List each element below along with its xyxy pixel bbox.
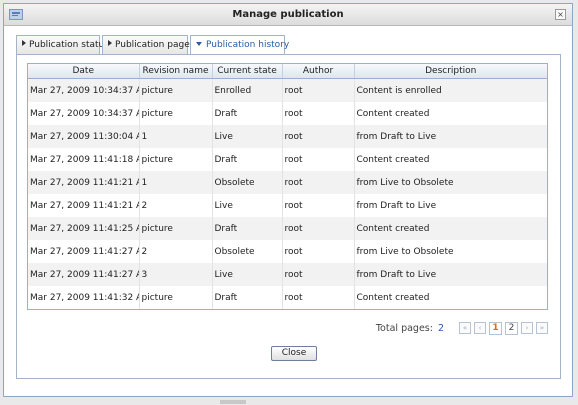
current-state-cell: Live bbox=[212, 194, 283, 217]
next-page-icon[interactable]: › bbox=[521, 322, 533, 334]
window-title: Manage publication bbox=[232, 9, 344, 20]
tab-publication-pages[interactable]: Publication pages bbox=[102, 35, 194, 54]
revision-name-cell: 2 bbox=[139, 194, 213, 217]
chevron-right-icon bbox=[22, 40, 26, 46]
revision-name-cell: picture bbox=[139, 102, 213, 125]
current-state-cell: Obsolete bbox=[212, 171, 283, 194]
description-cell: from Live to Obsolete bbox=[354, 171, 547, 194]
author-cell: root bbox=[282, 78, 355, 102]
author-cell: root bbox=[282, 194, 355, 217]
current-state-cell: Draft bbox=[212, 217, 283, 240]
total-pages-label: Total pages: bbox=[375, 322, 433, 334]
current-state-cell: Live bbox=[212, 263, 283, 286]
current-state-cell: Enrolled bbox=[212, 78, 283, 102]
column-header-revision-name[interactable]: Revision name bbox=[139, 64, 213, 79]
description-cell: from Live to Obsolete bbox=[354, 240, 547, 263]
page-1-button[interactable]: 1 bbox=[489, 321, 502, 335]
description-cell: from Draft to Live bbox=[354, 194, 547, 217]
table-row[interactable]: Mar 27, 2009 11:41:21 AM 2 Live root from Dr… bbox=[28, 194, 547, 217]
history-grid: Date Revision name Current state Author … bbox=[27, 63, 548, 310]
previous-page-icon[interactable]: ‹ bbox=[474, 322, 486, 334]
author-cell: root bbox=[282, 263, 355, 286]
revision-name-cell: 1 bbox=[139, 125, 213, 148]
description-cell: Content created bbox=[354, 217, 547, 240]
table-row[interactable]: Mar 27, 2009 11:30:04 AM 1 Live root from Dr… bbox=[28, 125, 547, 148]
revision-name-cell: 2 bbox=[139, 240, 213, 263]
table-row[interactable]: Mar 27, 2009 10:34:37 AM picture Enrolled r… bbox=[28, 78, 547, 102]
table-row[interactable]: Mar 27, 2009 11:41:27 AM 3 Live root from Dr… bbox=[28, 263, 547, 286]
author-cell: root bbox=[282, 102, 355, 125]
current-state-cell: Live bbox=[212, 125, 283, 148]
author-cell: root bbox=[282, 171, 355, 194]
description-cell: from Draft to Live bbox=[354, 125, 547, 148]
column-header-author[interactable]: Author bbox=[282, 64, 355, 79]
author-cell: root bbox=[282, 148, 355, 171]
last-page-icon[interactable]: » bbox=[536, 322, 548, 334]
current-state-cell: Obsolete bbox=[212, 240, 283, 263]
first-page-icon[interactable]: « bbox=[459, 322, 471, 334]
description-cell: from Draft to Live bbox=[354, 263, 547, 286]
current-state-cell: Draft bbox=[212, 286, 283, 309]
date-cell: Mar 27, 2009 11:41:25 AM bbox=[28, 217, 140, 240]
table-row[interactable]: Mar 27, 2009 11:41:21 AM 1 Obsolete root fro… bbox=[28, 171, 547, 194]
date-cell: Mar 27, 2009 11:41:32 AM bbox=[28, 286, 140, 309]
column-header-date[interactable]: Date bbox=[28, 64, 140, 79]
close-icon[interactable]: × bbox=[555, 9, 566, 20]
table-row[interactable]: Mar 27, 2009 11:41:25 AM picture Draft root… bbox=[28, 217, 547, 240]
author-cell: root bbox=[282, 286, 355, 309]
table-row[interactable]: Mar 27, 2009 11:41:32 AM picture Draft root… bbox=[28, 286, 547, 309]
date-cell: Mar 27, 2009 10:34:37 AM bbox=[28, 102, 140, 125]
description-cell: Content created bbox=[354, 102, 547, 125]
description-cell: Content is enrolled bbox=[354, 78, 547, 102]
revision-name-cell: picture bbox=[139, 78, 213, 102]
revision-name-cell: 3 bbox=[139, 263, 213, 286]
total-pages-value: 2 bbox=[437, 322, 444, 334]
close-button[interactable]: Close bbox=[271, 346, 317, 361]
revision-name-cell: picture bbox=[139, 148, 213, 171]
manage-publication-window: Manage publication × Publication status … bbox=[3, 3, 573, 397]
author-cell: root bbox=[282, 217, 355, 240]
date-cell: Mar 27, 2009 11:41:21 AM bbox=[28, 171, 140, 194]
revision-name-cell: picture bbox=[139, 217, 213, 240]
header-row: Date Revision name Current state Author … bbox=[28, 64, 547, 79]
table-row[interactable]: Mar 27, 2009 11:41:27 AM 2 Obsolete root fro… bbox=[28, 240, 547, 263]
column-header-description[interactable]: Description bbox=[354, 64, 547, 79]
tab-publication-status[interactable]: Publication status bbox=[16, 35, 109, 54]
publication-history-panel: Date Revision name Current state Author … bbox=[16, 54, 561, 379]
date-cell: Mar 27, 2009 11:41:27 AM bbox=[28, 240, 140, 263]
current-state-cell: Draft bbox=[212, 148, 283, 171]
revision-name-cell: picture bbox=[139, 286, 213, 309]
tab-publication-history[interactable]: Publication history bbox=[190, 35, 289, 55]
date-cell: Mar 27, 2009 10:34:37 AM bbox=[28, 78, 140, 102]
date-cell: Mar 27, 2009 11:30:04 AM bbox=[28, 125, 140, 148]
table-row[interactable]: Mar 27, 2009 10:34:37 AM picture Draft root… bbox=[28, 102, 547, 125]
pagination: Total pages: 2 « ‹ 1 2 › » bbox=[376, 321, 548, 335]
description-cell: Content created bbox=[354, 148, 547, 171]
author-cell: root bbox=[282, 240, 355, 263]
resize-handle[interactable] bbox=[220, 400, 246, 404]
date-cell: Mar 27, 2009 11:41:18 AM bbox=[28, 148, 140, 171]
page-2-button[interactable]: 2 bbox=[505, 321, 518, 335]
date-cell: Mar 27, 2009 11:41:27 AM bbox=[28, 263, 140, 286]
chevron-down-icon bbox=[196, 42, 202, 46]
date-cell: Mar 27, 2009 11:41:21 AM bbox=[28, 194, 140, 217]
description-cell: Content created bbox=[354, 286, 547, 309]
title-bar[interactable]: Manage publication × bbox=[4, 4, 572, 26]
table-row[interactable]: Mar 27, 2009 11:41:18 AM picture Draft root… bbox=[28, 148, 547, 171]
column-header-current-state[interactable]: Current state bbox=[212, 64, 283, 79]
revision-name-cell: 1 bbox=[139, 171, 213, 194]
chevron-right-icon bbox=[108, 40, 112, 46]
author-cell: root bbox=[282, 125, 355, 148]
current-state-cell: Draft bbox=[212, 102, 283, 125]
